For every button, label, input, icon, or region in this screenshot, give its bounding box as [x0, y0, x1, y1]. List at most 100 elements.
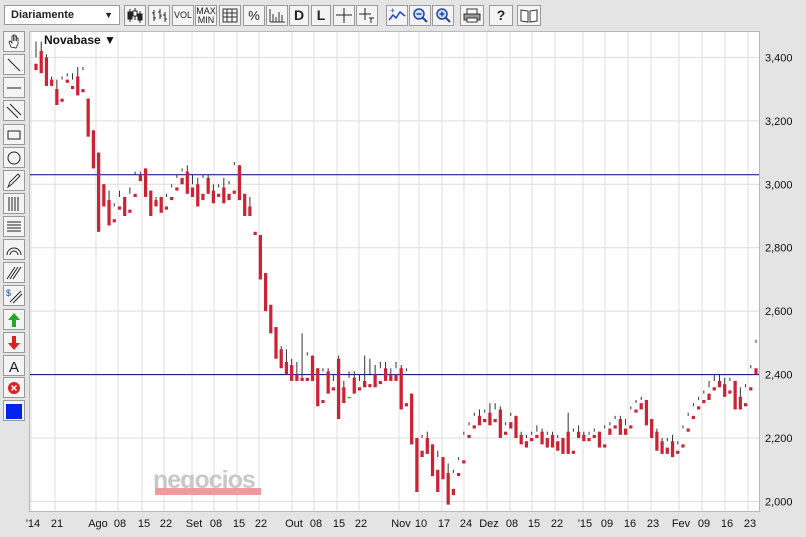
candle-body	[399, 368, 403, 410]
candle-body	[263, 273, 268, 312]
x-tick-label: '14	[26, 518, 40, 530]
candle-body	[561, 438, 565, 454]
candle-body	[493, 419, 497, 423]
candle-body	[253, 231, 257, 236]
candle-body	[723, 384, 727, 397]
x-tick-label: 08	[114, 518, 126, 530]
candle-body	[472, 425, 476, 429]
candle-body	[566, 431, 570, 454]
candle-body	[305, 377, 309, 381]
candle-body	[733, 380, 737, 410]
candle-body	[279, 349, 283, 369]
candle-body	[274, 327, 278, 359]
candle-body	[430, 444, 435, 477]
candle-body	[117, 206, 122, 210]
candle-body	[728, 390, 732, 394]
candle-body	[441, 457, 445, 480]
candle-body	[404, 403, 409, 407]
candle-body	[477, 415, 482, 426]
candle-body	[462, 460, 466, 464]
x-tick-label: 15	[528, 518, 540, 530]
candle-body	[34, 63, 38, 71]
candle-body	[608, 428, 612, 435]
candle-body	[170, 196, 174, 201]
candle-body	[159, 196, 163, 213]
candle-body	[420, 450, 424, 458]
candle-body	[331, 387, 336, 391]
x-tick-label: 24	[460, 518, 472, 530]
candle-body	[363, 380, 367, 388]
candle-body	[410, 393, 414, 445]
x-tick-label: 16	[721, 518, 733, 530]
candle-body	[112, 219, 116, 223]
candle-body	[681, 444, 685, 448]
candle-body	[237, 165, 242, 201]
candle-body	[290, 365, 294, 381]
instrument-selector[interactable]: Novabase ▼	[44, 33, 116, 47]
x-tick-label: 15	[333, 518, 345, 530]
candle-body	[243, 193, 247, 216]
candle-body	[603, 444, 607, 448]
y-tick-label: 2,600	[765, 306, 793, 318]
x-tick-label: 22	[160, 518, 172, 530]
candle-body	[284, 361, 289, 375]
candle-body	[446, 472, 450, 505]
candle-body	[707, 393, 711, 400]
candle-body	[352, 377, 356, 394]
y-tick-label: 3,400	[765, 52, 793, 64]
candle-body	[321, 399, 325, 404]
candle-body	[44, 57, 49, 86]
price-chart: 2,000 2,200 2,400 2,600 2,800 3,000 3,200 3,400…	[26, 32, 793, 530]
candle-body	[514, 415, 518, 439]
candle-body	[613, 425, 617, 429]
candle-body	[347, 396, 351, 399]
candle-body	[743, 403, 748, 407]
candle-body	[530, 438, 534, 442]
x-tick-label: Nov	[391, 518, 411, 530]
candle-body	[623, 428, 628, 435]
candle-body	[556, 441, 560, 451]
x-tick-label: Ago	[88, 518, 108, 530]
candle-body	[691, 415, 696, 420]
candle-body	[587, 438, 591, 442]
x-tick-label: 22	[255, 518, 267, 530]
candle-body	[373, 374, 377, 388]
candle-body	[660, 441, 664, 454]
y-tick-label: 2,000	[765, 496, 793, 508]
candle-body	[65, 79, 69, 83]
watermark-bar	[155, 488, 261, 495]
candle-body	[336, 358, 341, 420]
candle-body	[540, 431, 544, 445]
x-tick-label: 09	[601, 518, 613, 530]
candle-body	[342, 387, 346, 404]
candle-body	[488, 412, 492, 426]
x-tick-label: Dez	[479, 518, 499, 530]
candle-body	[211, 190, 216, 204]
candle-body	[467, 434, 471, 439]
candle-body	[629, 425, 633, 429]
candle-body	[222, 187, 226, 204]
candle-body	[665, 447, 669, 454]
candle-body	[535, 434, 539, 439]
candle-body	[248, 206, 252, 216]
candle-body	[357, 387, 362, 391]
candle-body	[91, 130, 96, 169]
x-tick-label: 23	[647, 518, 659, 530]
candle-body	[749, 387, 753, 391]
candle-body	[550, 434, 555, 448]
candle-body	[456, 472, 461, 477]
candle-body	[76, 76, 80, 96]
candle-body	[175, 187, 179, 191]
candle-body	[326, 371, 330, 394]
x-tick-label: 08	[506, 518, 518, 530]
candle-body	[389, 374, 393, 381]
candle-body	[738, 396, 742, 410]
candle-body	[686, 428, 690, 432]
candle-body	[524, 441, 529, 448]
x-tick-label: 21	[51, 518, 63, 530]
candle-body	[201, 193, 205, 201]
y-tick-label: 3,200	[765, 116, 793, 128]
candle-body	[717, 380, 722, 388]
candle-body	[483, 419, 487, 423]
candle-body	[216, 193, 221, 197]
